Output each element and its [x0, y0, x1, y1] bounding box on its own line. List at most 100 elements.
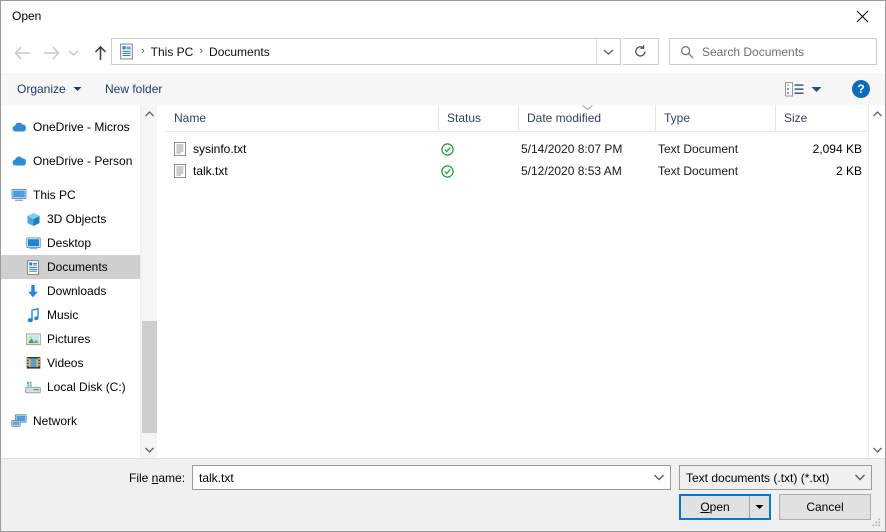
open-button-label[interactable]: Open [681, 496, 749, 518]
onedrive-icon [11, 119, 27, 135]
column-label: Size [784, 111, 807, 125]
sidebar-item-local-disk-c[interactable]: Local Disk (C:) [1, 375, 140, 399]
title-bar: Open [1, 1, 885, 31]
file-type-select[interactable]: Text documents (.txt) (*.txt) [679, 465, 872, 490]
sidebar-label: OneDrive - Person [33, 154, 132, 168]
sidebar-label: Desktop [47, 236, 91, 250]
help-button[interactable]: ? [852, 80, 870, 98]
resize-grip[interactable] [870, 516, 882, 528]
file-name-input[interactable]: talk.txt [192, 465, 671, 490]
breadcrumb-this-pc[interactable]: This PC [151, 45, 194, 59]
column-header-size[interactable]: Size [775, 105, 868, 131]
file-status-cell [441, 138, 501, 160]
file-name: sysinfo.txt [193, 142, 246, 156]
breadcrumb-separator-2: › [193, 46, 209, 57]
column-header-status[interactable]: Status [438, 105, 518, 131]
search-icon [680, 45, 694, 59]
file-name-cell[interactable]: sysinfo.txt [174, 138, 246, 160]
file-type-cell: Text Document [658, 160, 778, 182]
sidebar-item-desktop[interactable]: Desktop [1, 231, 140, 255]
chevron-down-icon [145, 447, 154, 453]
file-status-cell [441, 160, 501, 182]
breadcrumb-separator-1: › [135, 46, 151, 57]
organize-label: Organize [17, 82, 66, 96]
label-part: ame: [158, 471, 185, 485]
table-row[interactable]: talk.txt 5/12/2020 8:53 AM Text Document… [166, 160, 868, 182]
sidebar-item-documents[interactable]: Documents [1, 255, 140, 279]
search-input[interactable]: Search Documents [669, 38, 877, 65]
column-header-type[interactable]: Type [655, 105, 775, 131]
file-size: 2 KB [836, 164, 862, 178]
close-icon [856, 10, 869, 23]
sidebar-item-this-pc[interactable]: This PC [1, 183, 140, 207]
file-size-cell: 2 KB [766, 160, 862, 182]
sidebar-item-onedrive-business[interactable]: OneDrive - Micros [1, 115, 140, 139]
dialog-body: OneDrive - Micros OneDrive - Person [1, 105, 885, 458]
file-name-label: File name: [129, 471, 185, 485]
scroll-down-button[interactable] [141, 441, 158, 458]
sidebar-item-videos[interactable]: Videos [1, 351, 140, 375]
refresh-button[interactable] [623, 38, 659, 65]
open-button[interactable]: Open [679, 494, 771, 520]
file-type: Text Document [658, 142, 738, 156]
column-label: Name [174, 111, 206, 125]
file-date: 5/14/2020 8:07 PM [521, 142, 622, 156]
scrollbar-thumb[interactable] [142, 321, 157, 433]
view-options-button[interactable] [785, 73, 822, 105]
file-date-cell: 5/14/2020 8:07 PM [521, 138, 661, 160]
recent-locations-button[interactable] [63, 39, 83, 67]
file-type: Text Document [658, 164, 738, 178]
chevron-down-icon [873, 447, 882, 453]
cancel-button[interactable]: Cancel [779, 494, 871, 520]
up-arrow-icon [93, 45, 108, 61]
sidebar-item-music[interactable]: Music [1, 303, 140, 327]
file-name-dropdown-button[interactable] [648, 466, 670, 489]
sidebar-label: Pictures [47, 332, 90, 346]
close-button[interactable] [839, 1, 885, 31]
up-button[interactable] [86, 39, 114, 67]
open-dropdown-button[interactable] [749, 496, 769, 518]
sidebar-item-pictures[interactable]: Pictures [1, 327, 140, 351]
scroll-up-button[interactable] [141, 105, 158, 122]
file-date: 5/12/2020 8:53 AM [521, 164, 622, 178]
sidebar-label: Network [33, 414, 77, 428]
forward-arrow-icon [43, 46, 60, 60]
file-name-cell[interactable]: talk.txt [174, 160, 228, 182]
file-list-scrollbar[interactable] [868, 105, 885, 458]
organize-button[interactable]: Organize [17, 73, 82, 105]
file-type-value: Text documents (.txt) (*.txt) [680, 471, 829, 485]
sidebar-item-onedrive-personal[interactable]: OneDrive - Person [1, 149, 140, 173]
sidebar-item-3d-objects[interactable]: 3D Objects [1, 207, 140, 231]
file-type-dropdown-button[interactable] [849, 466, 871, 489]
table-row[interactable]: sysinfo.txt 5/14/2020 8:07 PM Text Docum… [166, 138, 868, 160]
chevron-down-icon [811, 86, 822, 93]
forward-button[interactable] [37, 39, 65, 67]
scroll-up-button[interactable] [869, 105, 886, 122]
search-placeholder: Search Documents [702, 45, 804, 59]
sidebar-item-network[interactable]: Network [1, 409, 140, 433]
local-disk-icon [25, 379, 41, 395]
breadcrumb-documents[interactable]: Documents [209, 45, 270, 59]
column-header-name[interactable]: Name [166, 105, 438, 131]
new-folder-button[interactable]: New folder [105, 73, 162, 105]
address-bar[interactable]: › This PC › Documents [111, 38, 621, 65]
network-icon [11, 413, 27, 429]
label-part: File [129, 471, 152, 485]
navigation-pane: OneDrive - Micros OneDrive - Person [1, 105, 140, 458]
synced-check-icon [441, 165, 454, 178]
column-header-date-modified[interactable]: Date modified [518, 105, 655, 131]
sidebar-scrollbar[interactable] [140, 105, 157, 458]
file-size: 2,094 KB [813, 142, 862, 156]
details-view-icon [785, 82, 804, 97]
back-button[interactable] [8, 39, 36, 67]
address-dropdown-button[interactable] [596, 39, 620, 64]
3d-objects-icon [25, 211, 41, 227]
sidebar-item-downloads[interactable]: Downloads [1, 279, 140, 303]
command-bar: Organize New folder ? [1, 73, 885, 105]
music-icon [25, 307, 41, 323]
chevron-up-icon [145, 111, 154, 117]
pane-splitter[interactable] [157, 105, 166, 458]
pictures-icon [25, 331, 41, 347]
synced-check-icon [441, 143, 454, 156]
scroll-down-button[interactable] [869, 441, 886, 458]
